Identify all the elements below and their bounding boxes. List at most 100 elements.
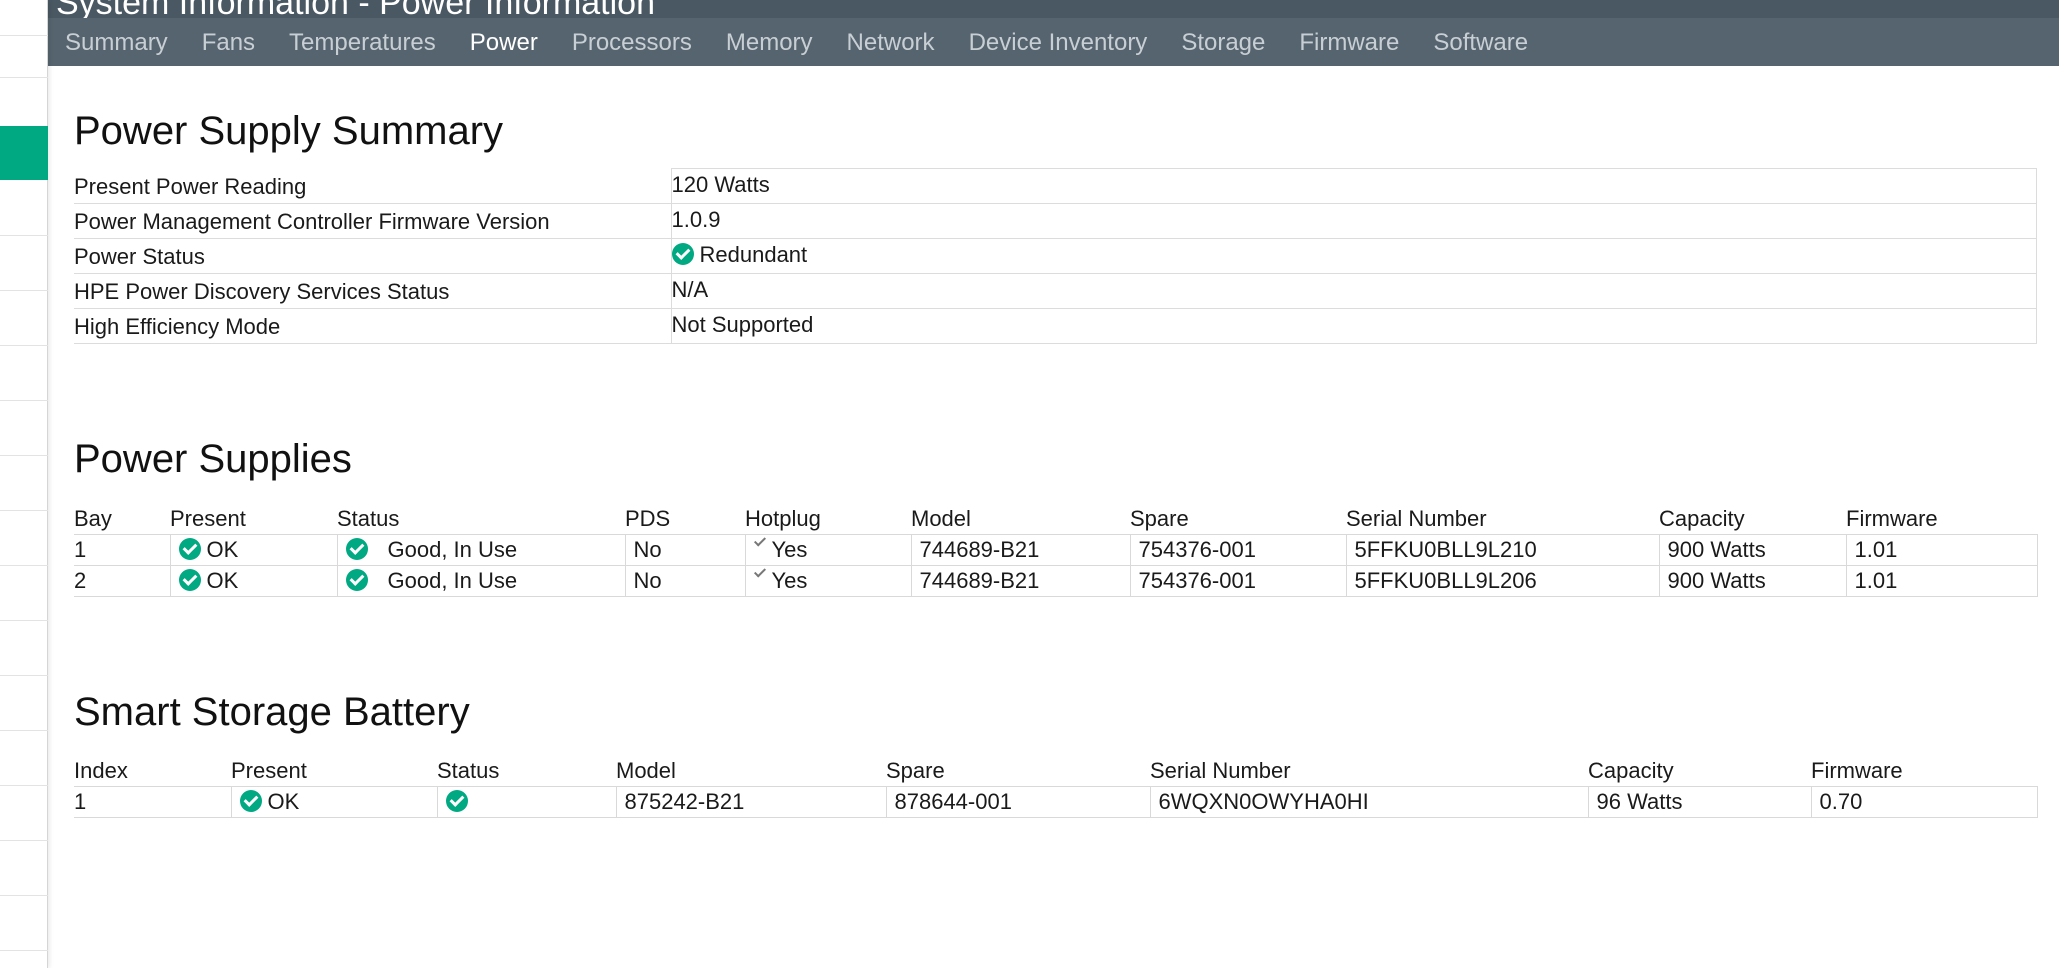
sidebar-item[interactable] xyxy=(0,291,48,346)
summary-row: Power Status Redundant xyxy=(74,238,2037,274)
column-header: Serial Number xyxy=(1150,757,1291,783)
power-supplies-heading: Power Supplies xyxy=(74,437,352,481)
spare-cell: 878644-001 xyxy=(886,785,1151,818)
table-header-row: Index Present Status Model Spare Serial … xyxy=(74,756,2037,786)
column-header: Spare xyxy=(1130,505,1189,531)
column-header: Spare xyxy=(886,757,945,783)
power-supply-summary-heading: Power Supply Summary xyxy=(74,109,504,153)
sidebar-item[interactable] xyxy=(0,566,48,621)
serial-cell: 6WQXN0OWYHA0HI xyxy=(1150,785,1589,818)
column-header: Status xyxy=(437,757,500,783)
power-supply-summary-table: Present Power Reading 120 Watts Power Ma… xyxy=(74,168,2037,344)
sidebar-item[interactable] xyxy=(0,676,48,731)
title-bar: System Information - Power Information xyxy=(48,0,2059,18)
column-header: Model xyxy=(616,757,676,783)
table-row: 1 OK 875242-B21 878644-001 6WQXN0OWYHA0H… xyxy=(74,785,2038,818)
present-cell: OK xyxy=(231,785,438,818)
column-header: Present xyxy=(170,505,246,531)
serial-cell: 5FFKU0BLL9L210 xyxy=(1346,533,1660,566)
tab-device-inventory[interactable]: Device Inventory xyxy=(952,29,1165,57)
tab-summary[interactable]: Summary xyxy=(48,29,185,57)
sidebar-item[interactable] xyxy=(0,841,48,896)
sidebar-item[interactable] xyxy=(0,896,48,951)
summary-label: High Efficiency Mode xyxy=(74,308,671,344)
smart-storage-battery-heading: Smart Storage Battery xyxy=(74,690,470,734)
tab-bar: Summary Fans Temperatures Power Processo… xyxy=(48,20,1545,66)
summary-row: Power Management Controller Firmware Ver… xyxy=(74,203,2037,239)
spare-cell: 754376-001 xyxy=(1130,533,1347,566)
pds-cell: No xyxy=(625,564,746,597)
sidebar-item[interactable] xyxy=(0,236,48,291)
tab-storage[interactable]: Storage xyxy=(1164,29,1282,57)
column-header: Serial Number xyxy=(1346,505,1487,531)
sidebar-item[interactable] xyxy=(0,731,48,786)
sidebar-item[interactable] xyxy=(0,0,48,36)
status-value: Good, In Use xyxy=(387,567,518,593)
sidebar-item[interactable] xyxy=(0,456,48,511)
sidebar-item[interactable] xyxy=(0,621,48,676)
column-header: Capacity xyxy=(1659,505,1745,531)
page-title: System Information - Power Information xyxy=(56,0,655,18)
column-header: Model xyxy=(911,505,971,531)
present-cell: OK xyxy=(170,533,338,566)
tab-fans[interactable]: Fans xyxy=(185,29,272,57)
table-row: 1 OK Good, In Use No Yes 744689-B21 7543… xyxy=(74,533,2038,566)
sidebar-item[interactable] xyxy=(0,346,48,401)
present-value: OK xyxy=(206,536,239,562)
tab-software[interactable]: Software xyxy=(1416,29,1545,57)
column-header: Present xyxy=(231,757,307,783)
ok-check-icon xyxy=(445,789,468,812)
ok-check-icon xyxy=(239,789,262,812)
summary-row: High Efficiency Mode Not Supported xyxy=(74,308,2037,344)
ok-check-icon xyxy=(671,243,694,265)
sidebar-item[interactable] xyxy=(0,36,48,78)
firmware-cell: 0.70 xyxy=(1811,785,2038,818)
sidebar-item[interactable] xyxy=(0,401,48,456)
capacity-cell: 900 Watts xyxy=(1659,564,1847,597)
checkmark-icon xyxy=(754,568,764,582)
status-value: Good, In Use xyxy=(387,536,518,562)
serial-cell: 5FFKU0BLL9L206 xyxy=(1346,564,1660,597)
ok-check-icon xyxy=(345,537,368,560)
summary-value: 1.0.9 xyxy=(670,203,2037,239)
sidebar-item-active[interactable] xyxy=(0,126,48,180)
present-value: OK xyxy=(267,788,300,814)
tab-network[interactable]: Network xyxy=(830,29,952,57)
hotplug-cell: Yes xyxy=(745,533,912,566)
smart-storage-battery-table: Index Present Status Model Spare Serial … xyxy=(74,756,2038,818)
summary-row: Present Power Reading 120 Watts xyxy=(74,168,2037,204)
bay-cell: 1 xyxy=(74,533,171,566)
ok-check-icon xyxy=(178,537,201,560)
left-navigation-sidebar xyxy=(0,0,48,968)
present-value: OK xyxy=(206,567,239,593)
tab-power[interactable]: Power xyxy=(453,29,555,57)
table-header-row: Bay Present Status PDS Hotplug Model Spa… xyxy=(74,504,2037,534)
present-cell: OK xyxy=(170,564,338,597)
column-header: Firmware xyxy=(1846,505,1938,531)
sidebar-item[interactable] xyxy=(0,786,48,841)
column-header: Firmware xyxy=(1811,757,1903,783)
capacity-cell: 96 Watts xyxy=(1588,785,1812,818)
summary-label: Present Power Reading xyxy=(74,168,671,204)
model-cell: 744689-B21 xyxy=(911,564,1131,597)
firmware-cell: 1.01 xyxy=(1846,533,2038,566)
column-header: Index xyxy=(74,757,128,783)
pds-cell: No xyxy=(625,533,746,566)
power-supplies-table: Bay Present Status PDS Hotplug Model Spa… xyxy=(74,504,2038,597)
bay-cell: 2 xyxy=(74,564,171,597)
summary-label: Power Management Controller Firmware Ver… xyxy=(74,203,671,239)
firmware-cell: 1.01 xyxy=(1846,564,2038,597)
tab-firmware[interactable]: Firmware xyxy=(1282,29,1416,57)
index-cell: 1 xyxy=(74,785,232,818)
hotplug-value: Yes xyxy=(771,536,808,562)
model-cell: 744689-B21 xyxy=(911,533,1131,566)
sidebar-item[interactable] xyxy=(0,511,48,566)
sidebar-item[interactable] xyxy=(0,180,48,236)
tab-temperatures[interactable]: Temperatures xyxy=(272,29,453,57)
column-header: Capacity xyxy=(1588,757,1674,783)
summary-row: HPE Power Discovery Services Status N/A xyxy=(74,273,2037,309)
tab-memory[interactable]: Memory xyxy=(709,29,830,57)
spare-cell: 754376-001 xyxy=(1130,564,1347,597)
summary-label: Power Status xyxy=(74,238,671,274)
tab-processors[interactable]: Processors xyxy=(555,29,709,57)
